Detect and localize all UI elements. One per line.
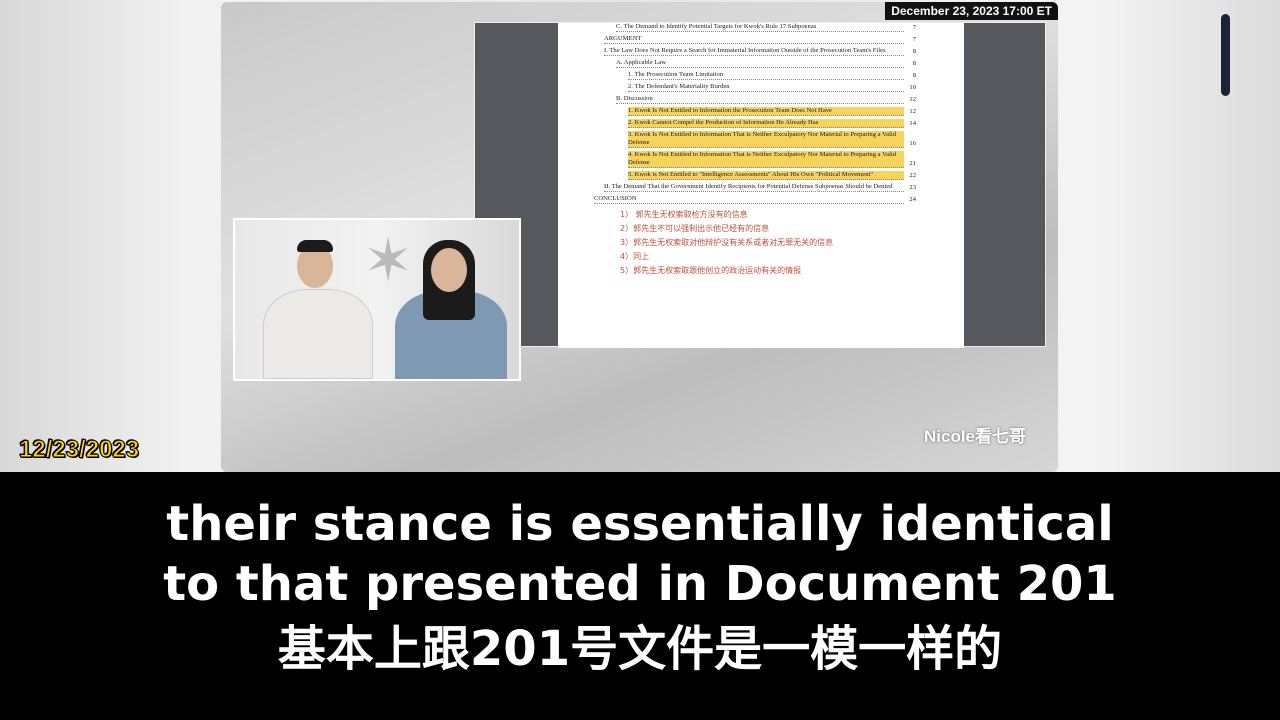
timestamp: December 23, 2023 17:00 ET	[885, 2, 1058, 20]
toc-entry-page: 12	[909, 108, 916, 115]
toc-entry: 2. The Defendant's Materiality Burden 10	[628, 83, 916, 92]
toc-entry-title: C. The Demand to Identify Potential Targ…	[616, 23, 904, 32]
date-overlay: 12/23/2023	[18, 436, 140, 464]
toc-entry-title: 3. Kwok Is Not Entitled to Information T…	[628, 131, 904, 148]
toc-entry-page: 8	[912, 48, 916, 55]
toc-entry-page: 16	[909, 140, 916, 147]
toc-entry-page: 7	[912, 36, 916, 43]
note-line: 4）同上	[620, 252, 650, 261]
subtitle-line-3: 基本上跟201号文件是一模一样的	[277, 621, 1003, 677]
toc-entry-title: I. The Law Does Not Require a Search for…	[604, 47, 904, 56]
toc-entry: A. Applicable Law 8	[616, 59, 916, 68]
webcam-inset: ✶	[233, 218, 521, 381]
toc-entry-title: 1. The Prosecution Team Limitation	[628, 71, 904, 80]
toc-entry-title: 2. The Defendant's Materiality Burden	[628, 83, 904, 92]
toc-entry-title: 4. Kwok Is Not Entitled to Information T…	[628, 151, 904, 168]
note-line: 3）郭先生无权索取对他辩护没有关系或者对无罪无关的信息	[620, 238, 834, 247]
toc-entry: 3. Kwok Is Not Entitled to Information T…	[628, 131, 916, 148]
decorative-mark	[1221, 14, 1230, 96]
toc-entry-title: 2. Kwok Cannot Compel the Production of …	[628, 119, 904, 128]
chinese-notes: 1） 郭先生无权索取检方没有的信息 2）郭先生不可以强制出示他已经有的信息 3）郭先…	[604, 208, 916, 278]
toc-entry-page: 23	[909, 184, 916, 191]
host-man	[263, 289, 373, 379]
toc-entry: 4. Kwok Is Not Entitled to Information T…	[628, 151, 916, 168]
subtitles: their stance is essentially identical to…	[0, 472, 1280, 720]
toc-entry-page: 22	[909, 172, 916, 179]
toc-entry-page: 8	[912, 72, 916, 79]
note-line: 2）郭先生不可以强制出示他已经有的信息	[620, 224, 770, 233]
toc-entry: 2. Kwok Cannot Compel the Production of …	[628, 119, 916, 128]
table-of-contents: C. The Demand to Identify Potential Targ…	[594, 23, 916, 204]
toc-entry: C. The Demand to Identify Potential Targ…	[616, 23, 916, 32]
video-frame: December 23, 2023 17:00 ET C. The Demand…	[221, 2, 1058, 472]
toc-entry: CONCLUSION 24	[594, 195, 916, 204]
toc-entry-page: 21	[909, 160, 916, 167]
toc-entry: 5. Kwok is Not Entitled to "Intelligence…	[628, 171, 916, 180]
toc-entry-page: 24	[909, 196, 916, 203]
toc-entry-title: II. The Demand That the Government Ident…	[604, 183, 904, 192]
toc-entry-page: 10	[909, 84, 916, 91]
toc-entry: 1. The Prosecution Team Limitation 8	[628, 71, 916, 80]
toc-entry: 1. Kwok Is Not Entitled to Information t…	[628, 107, 916, 116]
toc-entry: ARGUMENT 7	[604, 35, 916, 44]
note-line: 1） 郭先生无权索取检方没有的信息	[620, 210, 748, 219]
toc-entry-page: 8	[912, 60, 916, 67]
toc-entry-page: 12	[909, 96, 916, 103]
toc-entry: B. Discussion 12	[616, 95, 916, 104]
toc-entry: I. The Law Does Not Require a Search for…	[604, 47, 916, 56]
note-line: 5）郭先生无权索取跟他创立的政治运动有关的情报	[620, 266, 802, 275]
channel-logo: Nicole看七哥	[924, 427, 1027, 446]
subtitle-line-1: their stance is essentially identical	[166, 496, 1114, 552]
toc-entry-title: 5. Kwok is Not Entitled to "Intelligence…	[628, 171, 904, 180]
toc-entry: II. The Demand That the Government Ident…	[604, 183, 916, 192]
toc-entry-title: B. Discussion	[616, 95, 904, 104]
toc-entry-title: 1. Kwok Is Not Entitled to Information t…	[628, 107, 904, 116]
document-page: C. The Demand to Identify Potential Targ…	[558, 23, 964, 348]
toc-entry-title: CONCLUSION	[594, 195, 904, 204]
star-decoration: ✶	[363, 227, 414, 294]
toc-entry-page: 7	[912, 24, 916, 31]
subtitle-line-2: to that presented in Document 201	[163, 556, 1117, 612]
document-viewer: C. The Demand to Identify Potential Targ…	[474, 22, 1046, 348]
toc-entry-title: A. Applicable Law	[616, 59, 904, 68]
toc-entry-title: ARGUMENT	[604, 35, 904, 44]
toc-entry-page: 14	[909, 120, 916, 127]
